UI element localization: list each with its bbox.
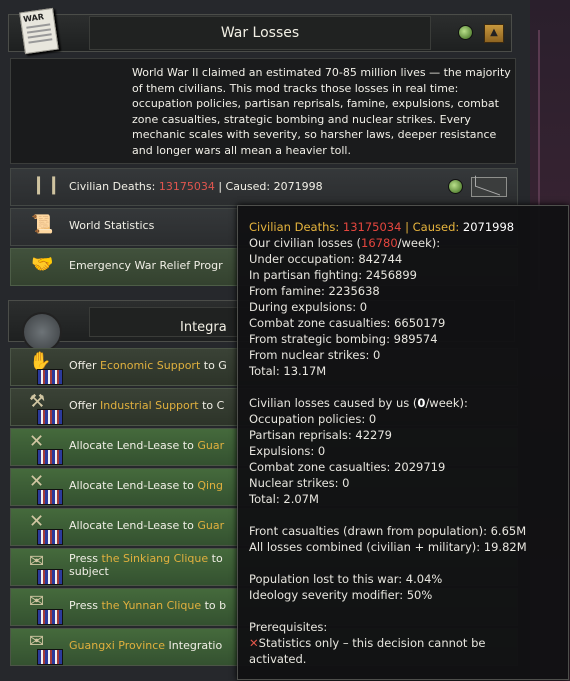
our-losses-heading: Our civilian losses (16780/week): [249,236,441,250]
decision-label: Allocate Lend-Lease to Guar [69,439,225,452]
loss-line: From strategic bombing: 989574 [249,332,438,346]
flag-icon [37,369,63,385]
world-statistics-label: World Statistics [69,219,155,232]
newspaper-icon: WAR [19,7,59,55]
front-casualties: Front casualties (drawn from population)… [249,524,527,538]
caused-line: Nuclear strikes: 0 [249,476,350,490]
decision-label: Guangxi Province Integratio [69,639,223,652]
cross-icon: ✕ [249,636,259,650]
bullets-icon: ❙❙ [31,174,62,195]
category-title: War Losses [89,16,431,50]
status-dot-icon [448,179,463,194]
loss-line: From nuclear strikes: 0 [249,348,381,362]
population-lost: Population lost to this war: 4.04% [249,572,443,586]
status-dot-icon[interactable] [458,25,473,40]
collapse-button[interactable]: ▲ [484,24,504,43]
caused-line: Expulsions: 0 [249,444,326,458]
caused-losses-heading: Civilian losses caused by us (0/week): [249,396,468,410]
notebook-icon [22,312,62,352]
emergency-relief-label: Emergency War Relief Progr [69,259,223,272]
flag-icon [37,649,63,665]
decision-label: Offer Economic Support to G [69,359,227,372]
loss-line: Combat zone casualties: 6650179 [249,316,446,330]
statistics-tooltip: Civilian Deaths: 13175034 | Caused: 2071… [237,205,569,680]
tooltip-heading: Civilian Deaths: 13175034 | Caused: 2071… [249,220,515,234]
loss-line: Under occupation: 842744 [249,252,403,266]
caused-losses-total: Total: 2.07M [249,492,319,506]
category-header: War Losses [8,14,512,52]
severity-modifier: Ideology severity modifier: 50% [249,588,433,602]
our-losses-total: Total: 13.17M [249,364,327,378]
caused-line: Partisan reprisals: 42279 [249,428,392,442]
category-description: World War II claimed an estimated 70-85 … [10,58,516,164]
loss-line: During expulsions: 0 [249,300,368,314]
decision-label: Press the Sinkiang Clique to subject [69,552,223,578]
decision-label: Allocate Lend-Lease to Guar [69,519,225,532]
flag-icon [37,609,63,625]
loss-line: From famine: 2235638 [249,284,380,298]
flag-icon [37,409,63,425]
civilian-deaths-label: Civilian Deaths: 13175034 | Caused: 2071… [69,180,323,193]
scroll-icon: 📜 [31,214,54,235]
flag-icon [37,569,63,585]
caused-line: Occupation policies: 0 [249,412,377,426]
prerequisites-title: Prerequisites: [249,620,328,634]
prerequisite-line: ✕Statistics only – this decision cannot … [249,636,486,650]
flag-icon [37,529,63,545]
relief-icon: 🤝 [31,254,54,275]
decision-label: Allocate Lend-Lease to Qing [69,479,224,492]
all-losses: All losses combined (civilian + military… [249,540,527,554]
caused-line: Combat zone casualties: 2029719 [249,460,446,474]
decision-label: Press the Yunnan Clique to b [69,599,227,612]
flag-icon [37,489,63,505]
category-title: Integra [180,320,227,335]
flag-icon [37,449,63,465]
loss-line: In partisan fighting: 2456899 [249,268,417,282]
envelope-icon[interactable] [471,177,507,197]
prerequisite-line-2: activated. [249,652,307,666]
civilian-deaths-decision[interactable]: ❙❙ Civilian Deaths: 13175034 | Caused: 2… [10,168,518,206]
decision-label: Offer Industrial Support to C [69,399,225,412]
